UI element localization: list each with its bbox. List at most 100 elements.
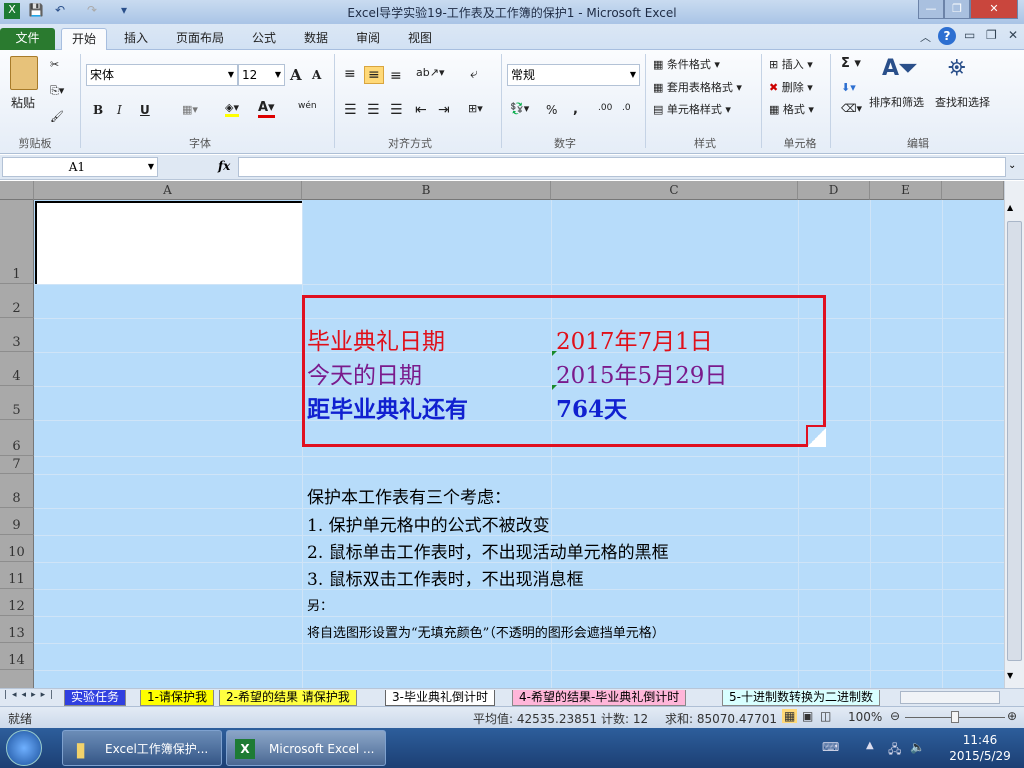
fill-color-icon[interactable]: ◈▾ bbox=[225, 101, 239, 117]
zoom-in-icon[interactable]: ⊕ bbox=[1007, 709, 1017, 723]
sheet-tab-4[interactable]: 3-毕业典礼倒计时 bbox=[385, 690, 495, 706]
paste-icon[interactable] bbox=[10, 56, 38, 90]
align-middle-icon[interactable]: ≡ bbox=[364, 66, 384, 84]
page-layout-view-icon[interactable]: ▣ bbox=[802, 709, 813, 723]
sheet-tab-6[interactable]: 5-十进制数转换为二进制数 bbox=[722, 690, 880, 706]
tab-formulas[interactable]: 公式 bbox=[242, 28, 286, 50]
doc-restore-icon[interactable]: ❐ bbox=[986, 28, 997, 42]
scroll-down-icon[interactable]: ▼ bbox=[1007, 671, 1013, 680]
insert-function-button[interactable]: fx bbox=[218, 159, 230, 173]
scroll-thumb[interactable] bbox=[1007, 221, 1022, 661]
select-all-button[interactable] bbox=[0, 181, 34, 200]
tab-page-layout[interactable]: 页面布局 bbox=[166, 28, 234, 50]
align-center-icon[interactable]: ☰ bbox=[367, 102, 380, 118]
accounting-format-icon[interactable]: 💱▾ bbox=[510, 102, 529, 115]
column-header-b[interactable]: B bbox=[302, 181, 551, 200]
phonetic-icon[interactable]: wén bbox=[298, 101, 317, 111]
shrink-font-icon[interactable]: A bbox=[312, 68, 321, 82]
number-format-select[interactable]: 常规 ▼ bbox=[507, 64, 640, 86]
bold-button[interactable]: B bbox=[93, 103, 103, 117]
copy-icon[interactable]: ⎘▾ bbox=[50, 84, 64, 98]
borders-icon[interactable]: ▦▾ bbox=[182, 103, 198, 116]
row-header-15[interactable] bbox=[0, 670, 34, 688]
column-header-e[interactable]: E bbox=[870, 181, 942, 200]
worksheet-grid[interactable]: A B C D E 1 2 3 4 5 6 7 8 9 10 11 12 13 14 毕业典礼日期 201… bbox=[0, 181, 1004, 688]
zoom-level[interactable]: 100% bbox=[848, 710, 882, 724]
align-top-icon[interactable]: ≡ bbox=[344, 66, 356, 82]
minimize-button[interactable]: — bbox=[918, 0, 944, 19]
format-cells-button[interactable]: ▦ 格式 ▾ bbox=[769, 101, 814, 117]
row-header-6[interactable]: 6 bbox=[0, 420, 34, 456]
doc-minimize-icon[interactable]: ▭ bbox=[964, 28, 975, 42]
start-button[interactable] bbox=[6, 730, 42, 766]
font-color-icon[interactable]: A▾ bbox=[258, 100, 275, 118]
sheet-tab-2[interactable]: 1-请保护我 bbox=[140, 690, 214, 706]
zoom-slider-handle[interactable] bbox=[951, 711, 959, 723]
insert-cells-button[interactable]: ⊞ 插入 ▾ bbox=[769, 56, 813, 72]
close-button[interactable]: ✕ bbox=[970, 0, 1018, 19]
comma-button[interactable]: , bbox=[573, 102, 578, 117]
days-remaining-value[interactable]: 764天 bbox=[556, 390, 627, 424]
column-header-a[interactable]: A bbox=[34, 181, 302, 200]
row-header-14[interactable]: 14 bbox=[0, 643, 34, 670]
delete-cells-button[interactable]: ✖ 删除 ▾ bbox=[769, 79, 813, 95]
clock-time[interactable]: 11:46 bbox=[950, 733, 1010, 747]
row-header-3[interactable]: 3 bbox=[0, 318, 34, 352]
font-size-select[interactable]: 12 ▼ bbox=[238, 64, 285, 86]
autosum-button[interactable]: Σ ▾ bbox=[841, 56, 861, 71]
zoom-out-icon[interactable]: ⊖ bbox=[890, 709, 900, 723]
row-header-10[interactable]: 10 bbox=[0, 535, 34, 562]
vertical-scrollbar[interactable]: ▲ ▼ bbox=[1004, 181, 1024, 688]
row-header-7[interactable]: 7 bbox=[0, 456, 34, 474]
scroll-up-icon[interactable]: ▲ bbox=[1007, 203, 1013, 212]
align-bottom-icon[interactable]: ≡ bbox=[390, 68, 402, 84]
grow-font-icon[interactable]: A bbox=[290, 66, 302, 84]
merge-center-icon[interactable]: ⊞▾ bbox=[468, 102, 483, 115]
tab-review[interactable]: 审阅 bbox=[346, 28, 390, 50]
column-header-f[interactable] bbox=[942, 181, 1004, 200]
network-icon[interactable]: 🖧 bbox=[888, 740, 901, 761]
formula-input[interactable] bbox=[238, 157, 1006, 177]
column-header-d[interactable]: D bbox=[798, 181, 870, 200]
row-header-2[interactable]: 2 bbox=[0, 284, 34, 318]
orientation-icon[interactable]: ab↗▾ bbox=[416, 66, 444, 79]
sheet-tab-5[interactable]: 4-希望的结果-毕业典礼倒计时 bbox=[512, 690, 687, 706]
row-header-9[interactable]: 9 bbox=[0, 508, 34, 535]
align-right-icon[interactable]: ☰ bbox=[390, 102, 403, 118]
row-header-5[interactable]: 5 bbox=[0, 386, 34, 420]
sheet-nav-icon[interactable]: |◂◂▸▸| bbox=[4, 690, 58, 700]
taskbar-item-excel[interactable]: X Microsoft Excel ... bbox=[226, 730, 386, 766]
italic-button[interactable]: I bbox=[117, 103, 122, 117]
conditional-format-button[interactable]: ▦ 条件格式 ▾ bbox=[653, 56, 720, 72]
font-name-select[interactable]: 宋体 ▼ bbox=[86, 64, 238, 86]
underline-button[interactable]: U bbox=[140, 103, 150, 117]
format-painter-icon[interactable]: 🖌 bbox=[50, 110, 64, 123]
paste-button[interactable]: 粘贴 bbox=[11, 94, 35, 111]
row-header-11[interactable]: 11 bbox=[0, 562, 34, 589]
column-header-c[interactable]: C bbox=[551, 181, 798, 200]
clear-icon[interactable]: ⌫▾ bbox=[841, 102, 862, 115]
decrease-indent-icon[interactable]: ⇤ bbox=[415, 102, 427, 118]
sort-filter-button[interactable]: 排序和筛选 bbox=[869, 94, 924, 110]
today-date-value[interactable]: 2015年5月29日 bbox=[556, 356, 727, 390]
taskbar-item-folder[interactable]: ▮ Excel工作簿保护... bbox=[62, 730, 222, 766]
row-header-13[interactable]: 13 bbox=[0, 616, 34, 643]
cell-styles-button[interactable]: ▤ 单元格样式 ▾ bbox=[653, 101, 731, 117]
decrease-decimal-button[interactable]: .0 bbox=[622, 103, 631, 113]
tab-file[interactable]: 文件 bbox=[0, 28, 55, 50]
tab-data[interactable]: 数据 bbox=[294, 28, 338, 50]
cut-icon[interactable]: ✂ bbox=[50, 58, 59, 71]
find-select-button[interactable]: 查找和选择 bbox=[935, 94, 990, 110]
page-break-view-icon[interactable]: ◫ bbox=[820, 709, 831, 723]
sheet-tab-3[interactable]: 2-希望的结果 请保护我 bbox=[219, 690, 357, 706]
keyboard-icon[interactable]: ⌨ bbox=[822, 740, 839, 754]
restore-button[interactable]: ❐ bbox=[944, 0, 970, 19]
active-cell-a1[interactable] bbox=[35, 201, 302, 284]
row-header-4[interactable]: 4 bbox=[0, 352, 34, 386]
tab-view[interactable]: 视图 bbox=[398, 28, 442, 50]
row-header-8[interactable]: 8 bbox=[0, 474, 34, 508]
collapse-ribbon-icon[interactable]: ︿ bbox=[920, 29, 931, 45]
name-box[interactable]: A1 ▼ bbox=[2, 157, 158, 177]
expand-formula-bar-icon[interactable]: ⌄ bbox=[1008, 160, 1016, 171]
volume-icon[interactable]: 🔈 bbox=[910, 740, 925, 754]
